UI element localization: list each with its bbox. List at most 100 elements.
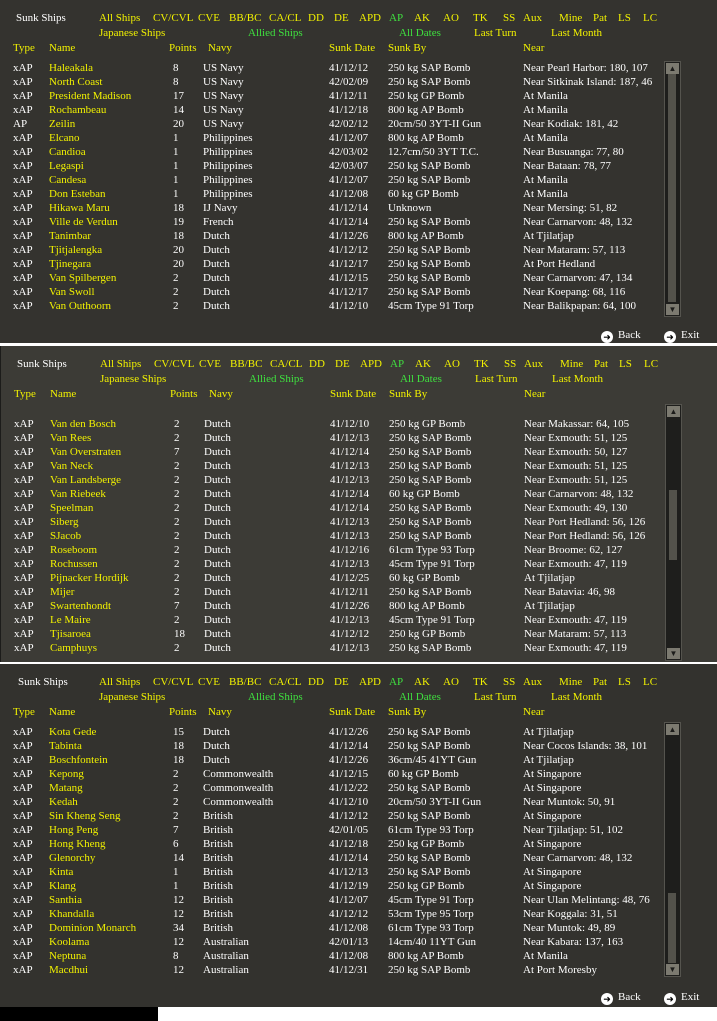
table-row[interactable]: xAP Kepong 2 Commonwealth 41/12/15 60 kg GP B… bbox=[0, 767, 660, 781]
table-row[interactable]: xAP Tjinegara 20 Dutch 41/12/17 250 kg SAP Bo… bbox=[0, 257, 660, 271]
last-month-filter[interactable]: Last Month bbox=[551, 691, 602, 703]
table-row[interactable]: xAP Tabinta 18 Dutch 41/12/14 250 kg SAP Bomb… bbox=[0, 739, 660, 753]
filter-aux[interactable]: Aux bbox=[523, 12, 542, 24]
filter-cv-cvl[interactable]: CV/CVL bbox=[154, 358, 194, 370]
filter-pat[interactable]: Pat bbox=[594, 358, 608, 370]
filter-ss[interactable]: SS bbox=[503, 12, 515, 24]
filter-ca-cl[interactable]: CA/CL bbox=[270, 358, 302, 370]
column-header-name[interactable]: Name bbox=[49, 706, 75, 718]
table-row[interactable]: xAP SJacob 2 Dutch 41/12/13 250 kg SAP Bomb Ne… bbox=[1, 529, 661, 543]
filter-dd[interactable]: DD bbox=[308, 12, 324, 24]
last-month-filter[interactable]: Last Month bbox=[552, 373, 603, 385]
table-row[interactable]: xAP Candioa 1 Philippines 42/03/02 12.7cm/50 … bbox=[0, 145, 660, 159]
column-header-navy[interactable]: Navy bbox=[208, 42, 232, 54]
table-row[interactable]: xAP Tjisaroea 18 Dutch 41/12/12 250 kg GP Bom… bbox=[1, 627, 661, 641]
filter-mine[interactable]: Mine bbox=[560, 358, 583, 370]
table-row[interactable]: xAP Neptuna 8 Australian 41/12/08 800 kg AP B… bbox=[0, 949, 660, 963]
table-row[interactable]: xAP Tanimbar 18 Dutch 41/12/26 800 kg AP Bomb… bbox=[0, 229, 660, 243]
scroll-down-arrow-icon[interactable]: ▼ bbox=[666, 304, 679, 315]
table-row[interactable]: xAP Ville de Verdun 19 French 41/12/14 250 kg… bbox=[0, 215, 660, 229]
filter-ss[interactable]: SS bbox=[503, 676, 515, 688]
exit-button[interactable]: ➜ Exit bbox=[664, 329, 699, 343]
table-row[interactable]: xAP Swartenhondt 7 Dutch 41/12/26 800 kg AP B… bbox=[1, 599, 661, 613]
filter-lc[interactable]: LC bbox=[644, 358, 658, 370]
table-row[interactable]: xAP North Coast 8 US Navy 42/02/09 250 kg SAP… bbox=[0, 75, 660, 89]
filter-ap[interactable]: AP bbox=[390, 358, 404, 370]
column-header-points[interactable]: Points bbox=[170, 388, 198, 400]
table-row[interactable]: xAP Mijer 2 Dutch 41/12/11 250 kg SAP Bomb Nea… bbox=[1, 585, 661, 599]
scroll-thumb[interactable] bbox=[669, 490, 677, 560]
table-row[interactable]: xAP Roseboom 2 Dutch 41/12/16 61cm Type 93 To… bbox=[1, 543, 661, 557]
table-row[interactable]: xAP Van Riebeek 2 Dutch 41/12/14 60 kg GP Bom… bbox=[1, 487, 661, 501]
table-row[interactable]: xAP Matang 2 Commonwealth 41/12/22 250 kg SAP… bbox=[0, 781, 660, 795]
column-header-type[interactable]: Type bbox=[13, 706, 35, 718]
column-header-date[interactable]: Sunk Date bbox=[330, 388, 376, 400]
table-row[interactable]: AP Zeilin 20 US Navy 42/02/12 20cm/50 3YT-II … bbox=[0, 117, 660, 131]
allied-ships-filter[interactable]: Allied Ships bbox=[248, 27, 303, 39]
last-month-filter[interactable]: Last Month bbox=[551, 27, 602, 39]
filter-mine[interactable]: Mine bbox=[559, 676, 582, 688]
column-header-navy[interactable]: Navy bbox=[208, 706, 232, 718]
japanese-ships-filter[interactable]: Japanese Ships bbox=[100, 373, 166, 385]
filter-apd[interactable]: APD bbox=[360, 358, 382, 370]
filter-cve[interactable]: CVE bbox=[198, 12, 220, 24]
column-header-name[interactable]: Name bbox=[50, 388, 76, 400]
column-header-date[interactable]: Sunk Date bbox=[329, 706, 375, 718]
column-header-date[interactable]: Sunk Date bbox=[329, 42, 375, 54]
filter-ls[interactable]: LS bbox=[618, 676, 631, 688]
table-row[interactable]: xAP Khandalla 12 British 41/12/12 53cm Type 9… bbox=[0, 907, 660, 921]
column-header-points[interactable]: Points bbox=[169, 42, 197, 54]
table-row[interactable]: xAP Rochussen 2 Dutch 41/12/13 45cm Type 91 T… bbox=[1, 557, 661, 571]
exit-button[interactable]: ➜ Exit bbox=[664, 991, 699, 1005]
last-turn-filter[interactable]: Last Turn bbox=[474, 691, 517, 703]
filter-bb-bc[interactable]: BB/BC bbox=[230, 358, 262, 370]
table-row[interactable]: xAP Van Overstraten 7 Dutch 41/12/14 250 kg S… bbox=[1, 445, 661, 459]
filter-bb-bc[interactable]: BB/BC bbox=[229, 676, 261, 688]
filter-all-ships[interactable]: All Ships bbox=[99, 676, 140, 688]
filter-ls[interactable]: LS bbox=[619, 358, 632, 370]
filter-tk[interactable]: TK bbox=[473, 676, 488, 688]
filter-all-ships[interactable]: All Ships bbox=[99, 12, 140, 24]
column-header-by[interactable]: Sunk By bbox=[389, 388, 427, 400]
scroll-up-arrow-icon[interactable]: ▲ bbox=[667, 406, 680, 417]
filter-dd[interactable]: DD bbox=[308, 676, 324, 688]
table-row[interactable]: xAP Pijnacker Hordijk 2 Dutch 41/12/25 60 kg … bbox=[1, 571, 661, 585]
filter-ca-cl[interactable]: CA/CL bbox=[269, 676, 301, 688]
table-row[interactable]: xAP Haleakala 8 US Navy 41/12/12 250 kg SAP B… bbox=[0, 61, 660, 75]
table-row[interactable]: xAP Elcano 1 Philippines 41/12/07 800 kg AP B… bbox=[0, 131, 660, 145]
filter-pat[interactable]: Pat bbox=[593, 676, 607, 688]
list-scrollbar[interactable]: ▲ ▼ bbox=[664, 61, 681, 317]
filter-dd[interactable]: DD bbox=[309, 358, 325, 370]
table-row[interactable]: xAP Tjitjalengka 20 Dutch 41/12/12 250 kg SAP… bbox=[0, 243, 660, 257]
column-header-name[interactable]: Name bbox=[49, 42, 75, 54]
list-scrollbar[interactable]: ▲ ▼ bbox=[664, 722, 681, 977]
japanese-ships-filter[interactable]: Japanese Ships bbox=[99, 691, 165, 703]
table-row[interactable]: xAP Boschfontein 18 Dutch 41/12/26 36cm/45 41… bbox=[0, 753, 660, 767]
table-row[interactable]: xAP Hong Peng 7 British 42/01/05 61cm Type 93… bbox=[0, 823, 660, 837]
filter-aux[interactable]: Aux bbox=[523, 676, 542, 688]
filter-lc[interactable]: LC bbox=[643, 12, 657, 24]
filter-ls[interactable]: LS bbox=[618, 12, 631, 24]
list-scrollbar[interactable]: ▲ ▼ bbox=[665, 404, 682, 661]
filter-cv-cvl[interactable]: CV/CVL bbox=[153, 12, 193, 24]
table-row[interactable]: xAP Le Maire 2 Dutch 41/12/13 45cm Type 91 To… bbox=[1, 613, 661, 627]
table-row[interactable]: xAP Van Spilbergen 2 Dutch 41/12/15 250 kg SA… bbox=[0, 271, 660, 285]
table-row[interactable]: xAP Rochambeau 14 US Navy 41/12/18 800 kg AP … bbox=[0, 103, 660, 117]
filter-cve[interactable]: CVE bbox=[199, 358, 221, 370]
table-row[interactable]: xAP Macdhui 12 Australian 41/12/31 250 kg SAP… bbox=[0, 963, 660, 977]
filter-pat[interactable]: Pat bbox=[593, 12, 607, 24]
allied-ships-filter[interactable]: Allied Ships bbox=[248, 691, 303, 703]
scroll-thumb[interactable] bbox=[668, 893, 676, 963]
filter-apd[interactable]: APD bbox=[359, 676, 381, 688]
table-row[interactable]: xAP President Madison 17 US Navy 41/12/11 250… bbox=[0, 89, 660, 103]
filter-cve[interactable]: CVE bbox=[198, 676, 220, 688]
table-row[interactable]: xAP Speelman 2 Dutch 41/12/14 250 kg SAP Bomb… bbox=[1, 501, 661, 515]
filter-ss[interactable]: SS bbox=[504, 358, 516, 370]
filter-aux[interactable]: Aux bbox=[524, 358, 543, 370]
filter-de[interactable]: DE bbox=[335, 358, 350, 370]
japanese-ships-filter[interactable]: Japanese Ships bbox=[99, 27, 165, 39]
filter-ao[interactable]: AO bbox=[443, 676, 459, 688]
last-turn-filter[interactable]: Last Turn bbox=[474, 27, 517, 39]
table-row[interactable]: xAP Van Rees 2 Dutch 41/12/13 250 kg SAP Bomb… bbox=[1, 431, 661, 445]
filter-tk[interactable]: TK bbox=[474, 358, 489, 370]
